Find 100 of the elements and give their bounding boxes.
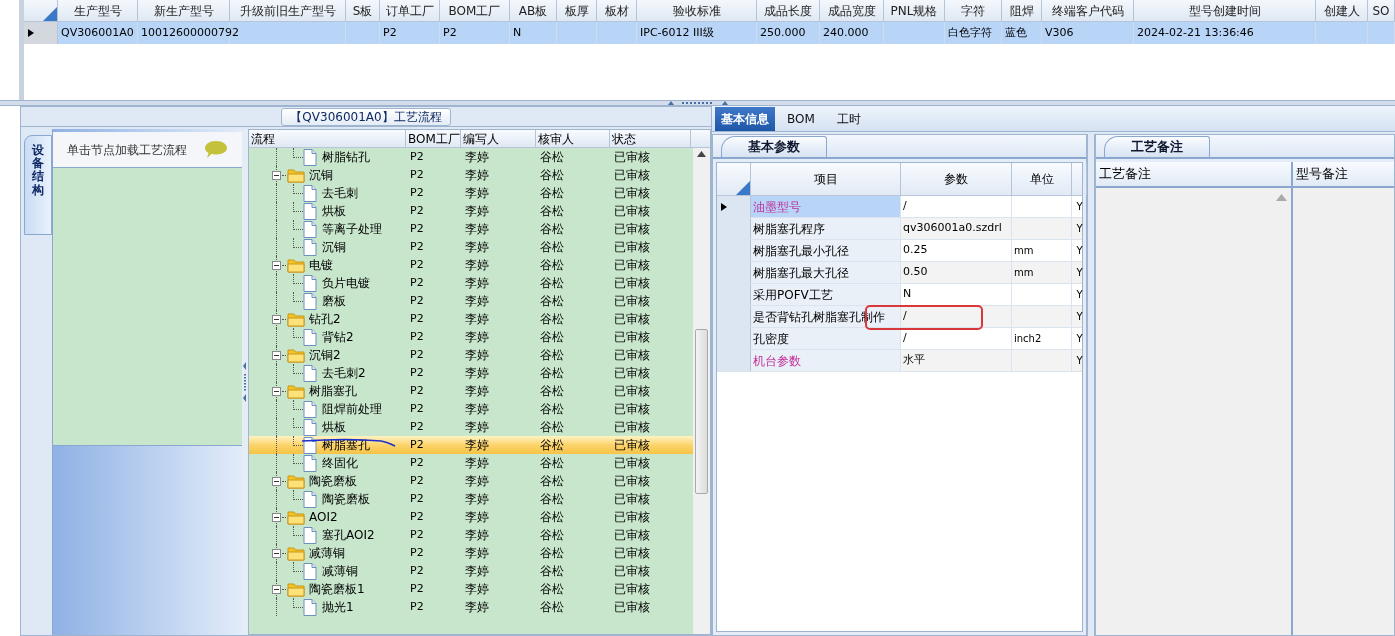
column-header[interactable]: 参数 xyxy=(901,163,1012,195)
column-header[interactable]: 编写人 xyxy=(461,130,536,147)
column-header[interactable]: AB板 xyxy=(510,0,557,21)
tree-node-label[interactable]: 烘板 xyxy=(322,202,346,220)
tree-node-label[interactable]: 减薄铜 xyxy=(322,562,358,580)
splitter-grip-icon[interactable] xyxy=(667,101,728,105)
tree-node-label[interactable]: 终固化 xyxy=(322,454,358,472)
collapse-icon[interactable] xyxy=(272,386,281,396)
collapse-icon[interactable] xyxy=(272,584,281,594)
tree-node-label[interactable]: 阻焊前处理 xyxy=(322,400,382,418)
tree-node-label[interactable]: 塞孔AOI2 xyxy=(322,526,375,544)
tree-row[interactable]: 陶瓷磨板 P2 李婷 谷松 已审核 xyxy=(249,472,693,490)
collapse-icon[interactable] xyxy=(272,512,281,522)
tree-row[interactable]: 沉铜2 P2 李婷 谷松 已审核 xyxy=(249,346,693,364)
tree-node-label[interactable]: 电镀 xyxy=(309,256,333,274)
table-row[interactable]: 树脂塞孔最大孔径 0.50 mm Y xyxy=(717,262,1082,284)
note-field[interactable] xyxy=(1293,188,1394,635)
tree-row[interactable]: 沉铜 P2 李婷 谷松 已审核 xyxy=(249,166,693,184)
table-row[interactable]: 机台参数 水平 Y xyxy=(717,350,1082,372)
tree-node-label[interactable]: 陶瓷磨板 xyxy=(322,490,370,508)
column-header[interactable]: BOM工厂 xyxy=(440,0,510,21)
tree-node-label[interactable]: AOI2 xyxy=(309,508,338,526)
column-header[interactable]: 字符 xyxy=(945,0,1002,21)
column-header[interactable]: 流程 xyxy=(249,130,406,147)
column-header[interactable]: 板材 xyxy=(597,0,637,21)
table-row[interactable]: 采用POFV工艺 N Y xyxy=(717,284,1082,306)
tab[interactable]: 基本信息 xyxy=(715,107,775,131)
panel-tab[interactable]: 工艺备注 xyxy=(1104,136,1210,157)
column-header[interactable]: 成品长度 xyxy=(757,0,820,21)
tree-node-label[interactable]: 陶瓷磨板 xyxy=(309,472,357,490)
tree-node-label[interactable]: 沉铜2 xyxy=(309,346,341,364)
table-row[interactable]: 孔密度 / inch2 Y xyxy=(717,328,1082,350)
column-header[interactable]: 项目 xyxy=(751,163,901,195)
column-header[interactable]: 新生产型号 xyxy=(138,0,230,21)
scroll-up-icon[interactable] xyxy=(697,151,706,157)
tree-row[interactable]: 阻焊前处理 P2 李婷 谷松 已审核 xyxy=(249,400,693,418)
splitter-grip-icon[interactable] xyxy=(243,362,247,402)
tree-row[interactable]: 陶瓷磨板 P2 李婷 谷松 已审核 xyxy=(249,490,693,508)
tree-node-label[interactable]: 磨板 xyxy=(322,292,346,310)
tree-row[interactable]: 去毛刺2 P2 李婷 谷松 已审核 xyxy=(249,364,693,382)
tree-node-label[interactable]: 等离子处理 xyxy=(322,220,382,238)
tree-row[interactable]: 磨板 P2 李婷 谷松 已审核 xyxy=(249,292,693,310)
panel-tab[interactable]: 基本参数 xyxy=(721,136,827,157)
tree-row[interactable]: 减薄铜 P2 李婷 谷松 已审核 xyxy=(249,562,693,580)
tab[interactable]: 工时 xyxy=(830,107,867,131)
tree-node-label[interactable]: 负片电镀 xyxy=(322,274,370,292)
table-row[interactable]: QV306001A0 10012600000792 P2 P2 N IPC-6012 III级 250.000 240.000 白色字符 蓝色 V306 2024-02-21 13:36:46 xyxy=(24,22,1395,44)
tree-row[interactable]: 背钻2 P2 李婷 谷松 已审核 xyxy=(249,328,693,346)
tree-row[interactable]: 树脂塞孔 P2 李婷 谷松 已审核 xyxy=(249,436,693,454)
column-header[interactable]: 型号备注 xyxy=(1293,162,1394,186)
tab[interactable]: BOM xyxy=(781,107,821,131)
collapse-icon[interactable] xyxy=(272,260,281,270)
tree-node-label[interactable]: 沉铜 xyxy=(322,238,346,256)
tree-row[interactable]: 钻孔2 P2 李婷 谷松 已审核 xyxy=(249,310,693,328)
tree-row[interactable]: 树脂钻孔 P2 李婷 谷松 已审核 xyxy=(249,148,693,166)
tree-row[interactable]: 抛光1 P2 李婷 谷松 已审核 xyxy=(249,598,693,616)
tree-node-label[interactable]: 陶瓷磨板1 xyxy=(309,580,365,598)
column-header[interactable]: BOM工厂 xyxy=(406,130,461,147)
tree-row[interactable]: 等离子处理 P2 李婷 谷松 已审核 xyxy=(249,220,693,238)
tree-node-label[interactable]: 抛光1 xyxy=(322,598,354,616)
tree-node-label[interactable]: 沉铜 xyxy=(309,166,333,184)
tree-row[interactable]: 去毛刺 P2 李婷 谷松 已审核 xyxy=(249,184,693,202)
collapse-icon[interactable] xyxy=(272,476,281,486)
tree-row[interactable]: 电镀 P2 李婷 谷松 已审核 xyxy=(249,256,693,274)
column-header[interactable]: 验收标准 xyxy=(637,0,757,21)
tree-node-label[interactable]: 树脂钻孔 xyxy=(322,148,370,166)
scroll-thumb[interactable] xyxy=(695,329,708,494)
collapse-icon[interactable] xyxy=(272,548,281,558)
column-header[interactable]: 创建人 xyxy=(1316,0,1368,21)
tree-node-label[interactable]: 背钻2 xyxy=(322,328,354,346)
column-header[interactable]: 成品宽度 xyxy=(820,0,884,21)
tree-row[interactable]: 沉铜 P2 李婷 谷松 已审核 xyxy=(249,238,693,256)
tree-row[interactable]: 烘板 P2 李婷 谷松 已审核 xyxy=(249,202,693,220)
tree-row[interactable]: 终固化 P2 李婷 谷松 已审核 xyxy=(249,454,693,472)
scrollbar[interactable] xyxy=(693,148,710,634)
column-header[interactable]: 核审人 xyxy=(536,130,610,147)
column-header[interactable]: 生产型号 xyxy=(58,0,138,21)
table-row[interactable]: 树脂塞孔最小孔径 0.25 mm Y xyxy=(717,240,1082,262)
column-header[interactable]: PNL规格 xyxy=(884,0,945,21)
column-header[interactable]: 升级前旧生产型号 xyxy=(230,0,346,21)
collapse-icon[interactable] xyxy=(272,314,281,324)
tree-node-label[interactable]: 烘板 xyxy=(322,418,346,436)
column-header[interactable]: 订单工厂 xyxy=(380,0,440,21)
column-header[interactable]: SO xyxy=(1368,0,1395,21)
tree-row[interactable]: 陶瓷磨板1 P2 李婷 谷松 已审核 xyxy=(249,580,693,598)
tree-row[interactable]: 树脂塞孔 P2 李婷 谷松 已审核 xyxy=(249,382,693,400)
column-header[interactable]: 板厚 xyxy=(557,0,597,21)
collapse-icon[interactable] xyxy=(272,170,281,180)
column-header[interactable]: 工艺备注 xyxy=(1096,162,1293,186)
tree-node-label[interactable]: 减薄铜 xyxy=(309,544,345,562)
column-header[interactable]: S板 xyxy=(346,0,380,21)
note-field[interactable] xyxy=(1096,188,1293,635)
tree-row[interactable]: 塞孔AOI2 P2 李婷 谷松 已审核 xyxy=(249,526,693,544)
tree-node-label[interactable]: 去毛刺2 xyxy=(322,364,366,382)
tree-row[interactable]: 减薄铜 P2 李婷 谷松 已审核 xyxy=(249,544,693,562)
column-header[interactable]: 阻焊 xyxy=(1002,0,1042,21)
tree-row[interactable]: 负片电镀 P2 李婷 谷松 已审核 xyxy=(249,274,693,292)
column-header[interactable]: 状态 xyxy=(610,130,691,147)
tree-node-label[interactable]: 钻孔2 xyxy=(309,310,341,328)
collapse-icon[interactable] xyxy=(272,350,281,360)
